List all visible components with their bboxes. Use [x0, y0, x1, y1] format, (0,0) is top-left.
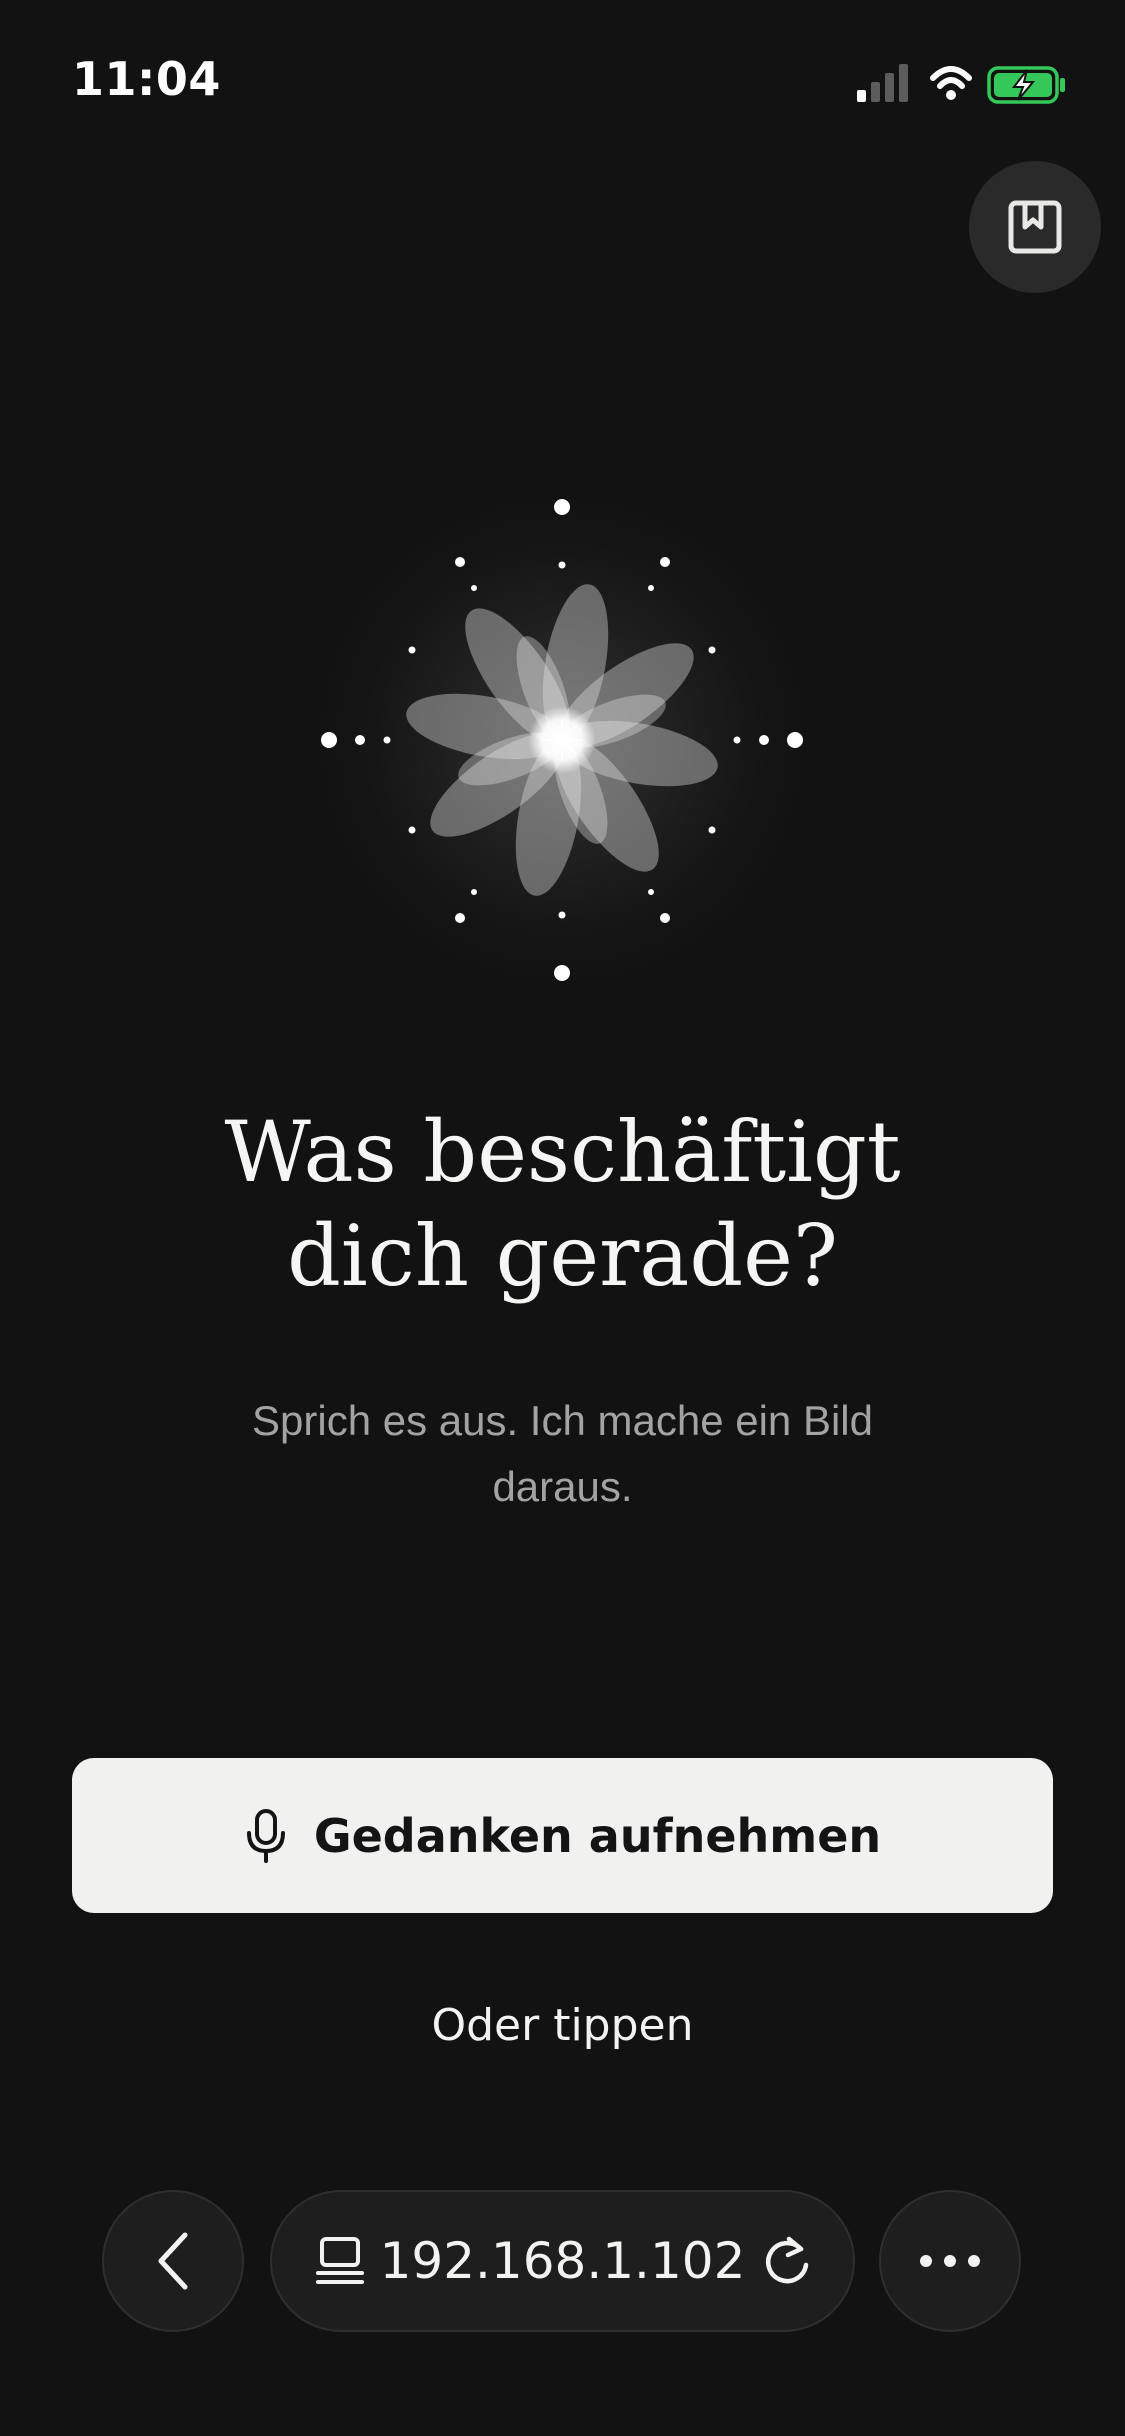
page-title-line-1: Was beschäftigt [224, 1103, 901, 1201]
reload-icon[interactable] [761, 2233, 813, 2289]
bookmark-icon [1008, 200, 1062, 254]
record-thoughts-button[interactable]: Gedanken aufnehmen [72, 1758, 1053, 1913]
record-thoughts-label: Gedanken aufnehmen [313, 1808, 882, 1863]
status-bar: 11:04 [0, 0, 1125, 150]
bookmark-button[interactable] [969, 161, 1101, 293]
battery-charging-icon [987, 66, 1065, 104]
wifi-icon [930, 66, 972, 100]
microphone-icon [244, 1808, 288, 1864]
subtitle: Sprich es aus. Ich mache ein Bild daraus… [252, 1397, 873, 1510]
more-icon [920, 2255, 980, 2267]
browser-toolbar: 192.168.1.102 [0, 2190, 1125, 2336]
type-instead-link[interactable]: Oder tippen [0, 2000, 1125, 2051]
tabs-icon[interactable] [316, 2235, 364, 2287]
chevron-left-icon [158, 2232, 188, 2290]
page-title-line-2: dich gerade? [287, 1207, 838, 1305]
flower-icon [292, 470, 832, 1010]
flower-illustration [262, 440, 862, 1040]
status-time: 11:04 [72, 52, 221, 106]
more-button[interactable] [879, 2190, 1021, 2332]
page-title: Was beschäftigt dich gerade? [0, 1100, 1125, 1308]
address-text[interactable]: 192.168.1.102 [364, 2232, 761, 2290]
address-bar[interactable]: 192.168.1.102 [270, 2190, 855, 2332]
status-icons [847, 58, 1087, 108]
back-button[interactable] [102, 2190, 244, 2332]
signal-icon [857, 64, 908, 102]
